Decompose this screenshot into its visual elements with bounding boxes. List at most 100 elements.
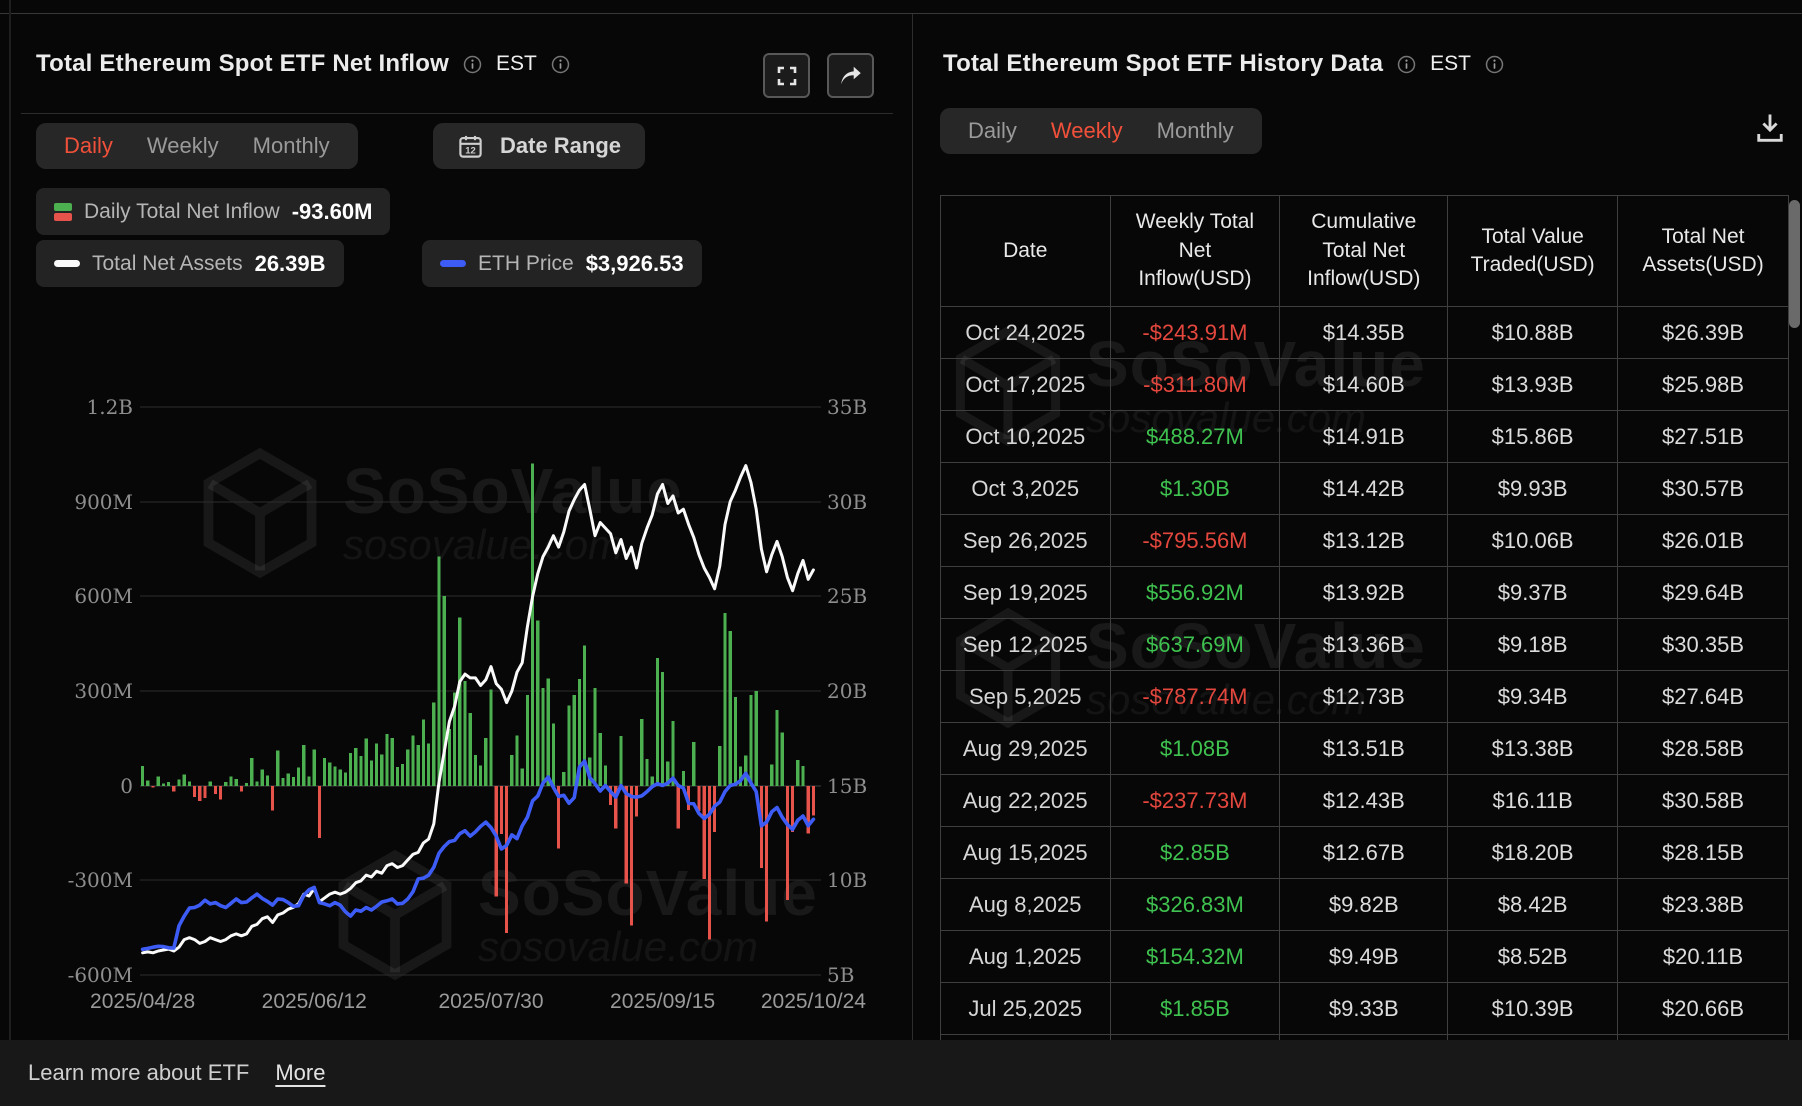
inflow-bar [630,786,633,926]
share-button[interactable] [827,53,874,98]
cell-assets: $28.15B [1618,827,1789,879]
inflow-bar [463,681,466,786]
date-range-button[interactable]: 12 Date Range [433,123,645,169]
cell-cumulative: $13.51B [1280,723,1448,775]
inflow-bar [245,783,248,786]
inflow-bar [703,786,706,879]
inflow-bar [786,786,789,900]
inflow-bar [370,761,373,786]
cell-traded: $9.34B [1448,671,1618,723]
right-axis-tick: 35B [827,395,867,419]
inflow-bar [796,760,799,786]
table-scrollbar-thumb[interactable] [1789,200,1800,328]
inflow-bar [422,720,425,786]
inflow-bar [775,710,778,786]
info-icon[interactable] [463,55,482,74]
cell-cumulative: $14.91B [1280,411,1448,463]
inflow-bar [541,688,544,786]
inflow-bar [359,756,362,786]
info-icon[interactable] [551,55,570,74]
inflow-bar [313,750,316,786]
cell-cumulative: $9.33B [1280,983,1448,1035]
inflow-bar [266,775,269,786]
cell-cumulative: $9.82B [1280,879,1448,931]
info-icon[interactable] [1397,55,1416,74]
inflow-bar [677,786,680,828]
cell-assets: $20.11B [1618,931,1789,983]
cell-traded: $9.18B [1448,619,1618,671]
cell-cumulative: $14.42B [1280,463,1448,515]
right-axis-tick: 20B [827,679,867,703]
inflow-bar [380,754,383,786]
cell-assets: $20.66B [1618,983,1789,1035]
fullscreen-button[interactable] [763,53,810,98]
inflow-bar [635,786,638,816]
table-row: Sep 12,2025$637.69M$13.36B$9.18B$30.35B [941,619,1789,671]
column-header: Total Net Assets(USD) [1618,196,1789,307]
inflow-bar [625,786,628,883]
inflow-bar [167,782,170,786]
legend-label: ETH Price [478,252,574,276]
cell-cumulative: $12.73B [1280,671,1448,723]
left-axis-tick: -600M [68,963,133,987]
inflow-bar [593,688,596,786]
legend-net-assets[interactable]: Total Net Assets 26.39B [36,240,344,287]
download-button[interactable] [1752,110,1788,151]
inflow-bar [151,786,154,788]
column-header: Total Value Traded(USD) [1448,196,1618,307]
date-range-label: Date Range [500,133,621,159]
inflow-bar [292,777,295,786]
cell-assets: $23.38B [1618,879,1789,931]
more-link[interactable]: More [275,1060,325,1086]
tab-weekly[interactable]: Weekly [147,133,219,159]
cell-cumulative: $14.60B [1280,359,1448,411]
inflow-bar [172,786,175,792]
column-header: Date [941,196,1111,307]
inflow-bar [505,786,508,933]
inflow-bar [349,753,352,786]
table-row: Sep 26,2025-$795.56M$13.12B$10.06B$26.01… [941,515,1789,567]
inflow-bar [276,751,279,786]
table-row: Aug 8,2025$326.83M$9.82B$8.42B$23.38B [941,879,1789,931]
inflow-bar [469,713,472,786]
inflow-bar [484,738,487,786]
tab-monthly[interactable]: Monthly [253,133,330,159]
cell-traded: $13.38B [1448,723,1618,775]
legend-daily-inflow[interactable]: Daily Total Net Inflow -93.60M [36,188,390,235]
legend-eth-price[interactable]: ETH Price $3,926.53 [422,240,702,287]
inflow-bar [619,736,622,786]
inflow-bar [255,781,258,786]
inflow-bar [474,755,477,786]
inflow-bar [536,620,539,786]
cell-date: Sep 19,2025 [941,567,1111,619]
eth-line-legend-icon [440,260,466,267]
tab-daily[interactable]: Daily [64,133,113,159]
net-inflow-chart[interactable]: 1.2B35B900M30B600M25B300M20B015B-300M10B… [21,330,901,1020]
left-panel-title: Total Ethereum Spot ETF Net Inflow [36,50,449,78]
cell-inflow: $326.83M [1110,879,1280,931]
right-axis-tick: 25B [827,584,867,608]
table-row: Oct 10,2025$488.27M$14.91B$15.86B$27.51B [941,411,1789,463]
cell-date: Aug 8,2025 [941,879,1111,931]
inflow-bar [188,781,191,786]
tab-monthly[interactable]: Monthly [1157,118,1234,144]
tab-weekly[interactable]: Weekly [1051,118,1123,144]
inflow-bar [328,762,331,786]
inflow-bar [510,755,513,786]
inflow-bar [729,631,732,786]
cell-assets: $28.58B [1618,723,1789,775]
tab-daily[interactable]: Daily [968,118,1017,144]
right-axis-tick: 5B [827,963,854,987]
inflow-bar [744,756,747,786]
inflow-bar [146,780,149,786]
info-icon[interactable] [1485,55,1504,74]
table-row: Aug 22,2025-$237.73M$12.43B$16.11B$30.58… [941,775,1789,827]
table-row: Oct 24,2025-$243.91M$14.35B$10.88B$26.39… [941,307,1789,359]
inflow-bar [240,786,243,792]
inflow-bar [489,690,492,786]
cell-date: Aug 1,2025 [941,931,1111,983]
cell-assets: $25.98B [1618,359,1789,411]
right-panel-header: Total Ethereum Spot ETF History Data EST [943,50,1504,78]
inflow-bar [365,739,368,786]
cell-date: Oct 3,2025 [941,463,1111,515]
